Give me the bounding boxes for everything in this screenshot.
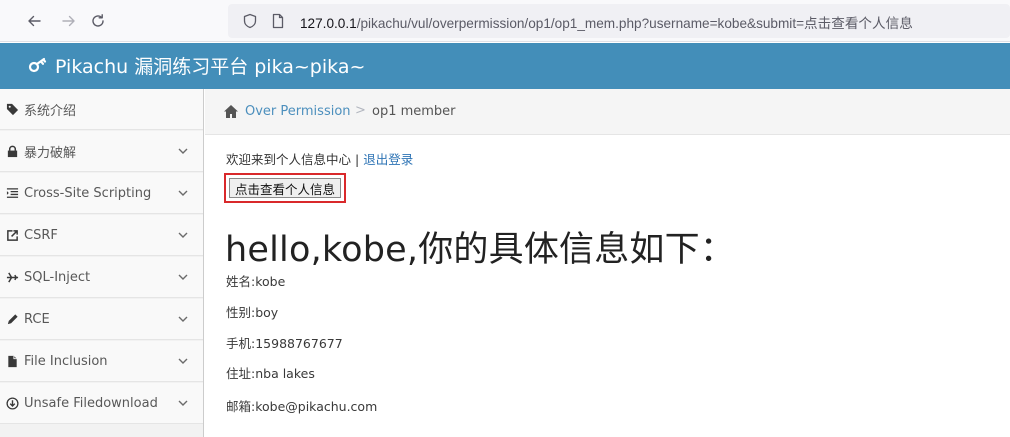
sidebar-item-intro[interactable]: 系统介绍 bbox=[0, 89, 203, 130]
sidebar-item-label: Unsafe Filedownload bbox=[24, 395, 158, 411]
sidebar-item-label: 系统介绍 bbox=[24, 103, 77, 119]
sidebar: 系统介绍 暴力破解 Cross-Site Scripting CSRF SQL-… bbox=[0, 89, 204, 437]
sidebar-item-sqli[interactable]: SQL-Inject bbox=[0, 257, 203, 298]
download-circle-icon bbox=[4, 395, 20, 411]
chevron-down-icon[interactable] bbox=[177, 187, 189, 199]
sidebar-item-rce[interactable]: RCE bbox=[0, 299, 203, 340]
url-path: /pikachu/vul/overpermission/op1/op1_mem.… bbox=[356, 16, 913, 31]
file-icon bbox=[4, 353, 20, 369]
url-text[interactable]: 127.0.0.1/pikachu/vul/overpermission/op1… bbox=[300, 12, 913, 32]
address-bar[interactable]: 127.0.0.1/pikachu/vul/overpermission/op1… bbox=[228, 4, 1010, 38]
sidebar-item-label: SQL-Inject bbox=[24, 269, 91, 285]
forward-arrow-icon[interactable] bbox=[57, 9, 81, 33]
info-address: 住址:nba lakes bbox=[226, 366, 315, 381]
chevron-down-icon[interactable] bbox=[177, 145, 189, 157]
hello-heading: hello,kobe,你的具体信息如下： bbox=[225, 230, 736, 270]
url-host: 127.0.0.1 bbox=[300, 16, 357, 31]
breadcrumb-current: op1 member bbox=[372, 104, 456, 119]
info-gender: 性别:boy bbox=[226, 305, 279, 320]
share-icon bbox=[4, 227, 20, 243]
chevron-down-icon[interactable] bbox=[177, 397, 189, 409]
key-icon bbox=[28, 57, 47, 72]
back-arrow-icon[interactable] bbox=[22, 9, 46, 33]
welcome-text: 欢迎来到个人信息中心 bbox=[226, 152, 352, 167]
breadcrumb: Over Permission > op1 member bbox=[205, 89, 1010, 135]
welcome-line: 欢迎来到个人信息中心 | 退出登录 bbox=[226, 149, 413, 168]
reload-icon[interactable] bbox=[86, 9, 110, 33]
plane-icon bbox=[4, 269, 20, 285]
browser-toolbar: 127.0.0.1/pikachu/vul/overpermission/op1… bbox=[0, 0, 1010, 42]
home-icon[interactable] bbox=[223, 104, 239, 119]
shield-icon[interactable] bbox=[242, 13, 258, 29]
breadcrumb-link-over-permission[interactable]: Over Permission bbox=[245, 104, 351, 119]
sidebar-item-unsafe-download[interactable]: Unsafe Filedownload bbox=[0, 383, 203, 424]
pencil-icon bbox=[4, 311, 20, 327]
info-name: 姓名:kobe bbox=[226, 274, 286, 289]
top-navbar: Pikachu 漏洞练习平台 pika~pika~ bbox=[0, 43, 1010, 89]
chevron-down-icon[interactable] bbox=[177, 355, 189, 367]
sidebar-item-label: RCE bbox=[24, 311, 50, 327]
sidebar-item-label: Cross-Site Scripting bbox=[24, 185, 152, 201]
list-indent-icon bbox=[4, 185, 20, 201]
tag-icon bbox=[4, 101, 20, 117]
logout-link[interactable]: 退出登录 bbox=[363, 152, 413, 167]
sidebar-item-label: CSRF bbox=[24, 227, 58, 243]
welcome-separator: | bbox=[355, 152, 360, 167]
sidebar-item-label: 暴力破解 bbox=[24, 145, 77, 161]
sidebar-item-xss[interactable]: Cross-Site Scripting bbox=[0, 173, 203, 214]
chevron-down-icon[interactable] bbox=[177, 271, 189, 283]
chevron-down-icon[interactable] bbox=[177, 229, 189, 241]
page-icon[interactable] bbox=[270, 13, 286, 29]
sidebar-item-file-inclusion[interactable]: File Inclusion bbox=[0, 341, 203, 382]
info-email: 邮箱:kobe@pikachu.com bbox=[226, 399, 378, 414]
info-phone: 手机:15988767677 bbox=[226, 336, 343, 351]
sidebar-item-bruteforce[interactable]: 暴力破解 bbox=[0, 131, 203, 172]
chevron-down-icon[interactable] bbox=[177, 313, 189, 325]
highlight-box: 点击查看个人信息 bbox=[224, 173, 346, 203]
view-info-button[interactable]: 点击查看个人信息 bbox=[229, 178, 341, 198]
breadcrumb-separator: > bbox=[355, 103, 366, 118]
sidebar-item-label: File Inclusion bbox=[24, 353, 108, 369]
sidebar-item-csrf[interactable]: CSRF bbox=[0, 215, 203, 256]
brand-title: Pikachu 漏洞练习平台 pika~pika~ bbox=[55, 56, 366, 78]
lock-icon bbox=[4, 143, 20, 159]
brand[interactable]: Pikachu 漏洞练习平台 pika~pika~ bbox=[28, 52, 365, 79]
